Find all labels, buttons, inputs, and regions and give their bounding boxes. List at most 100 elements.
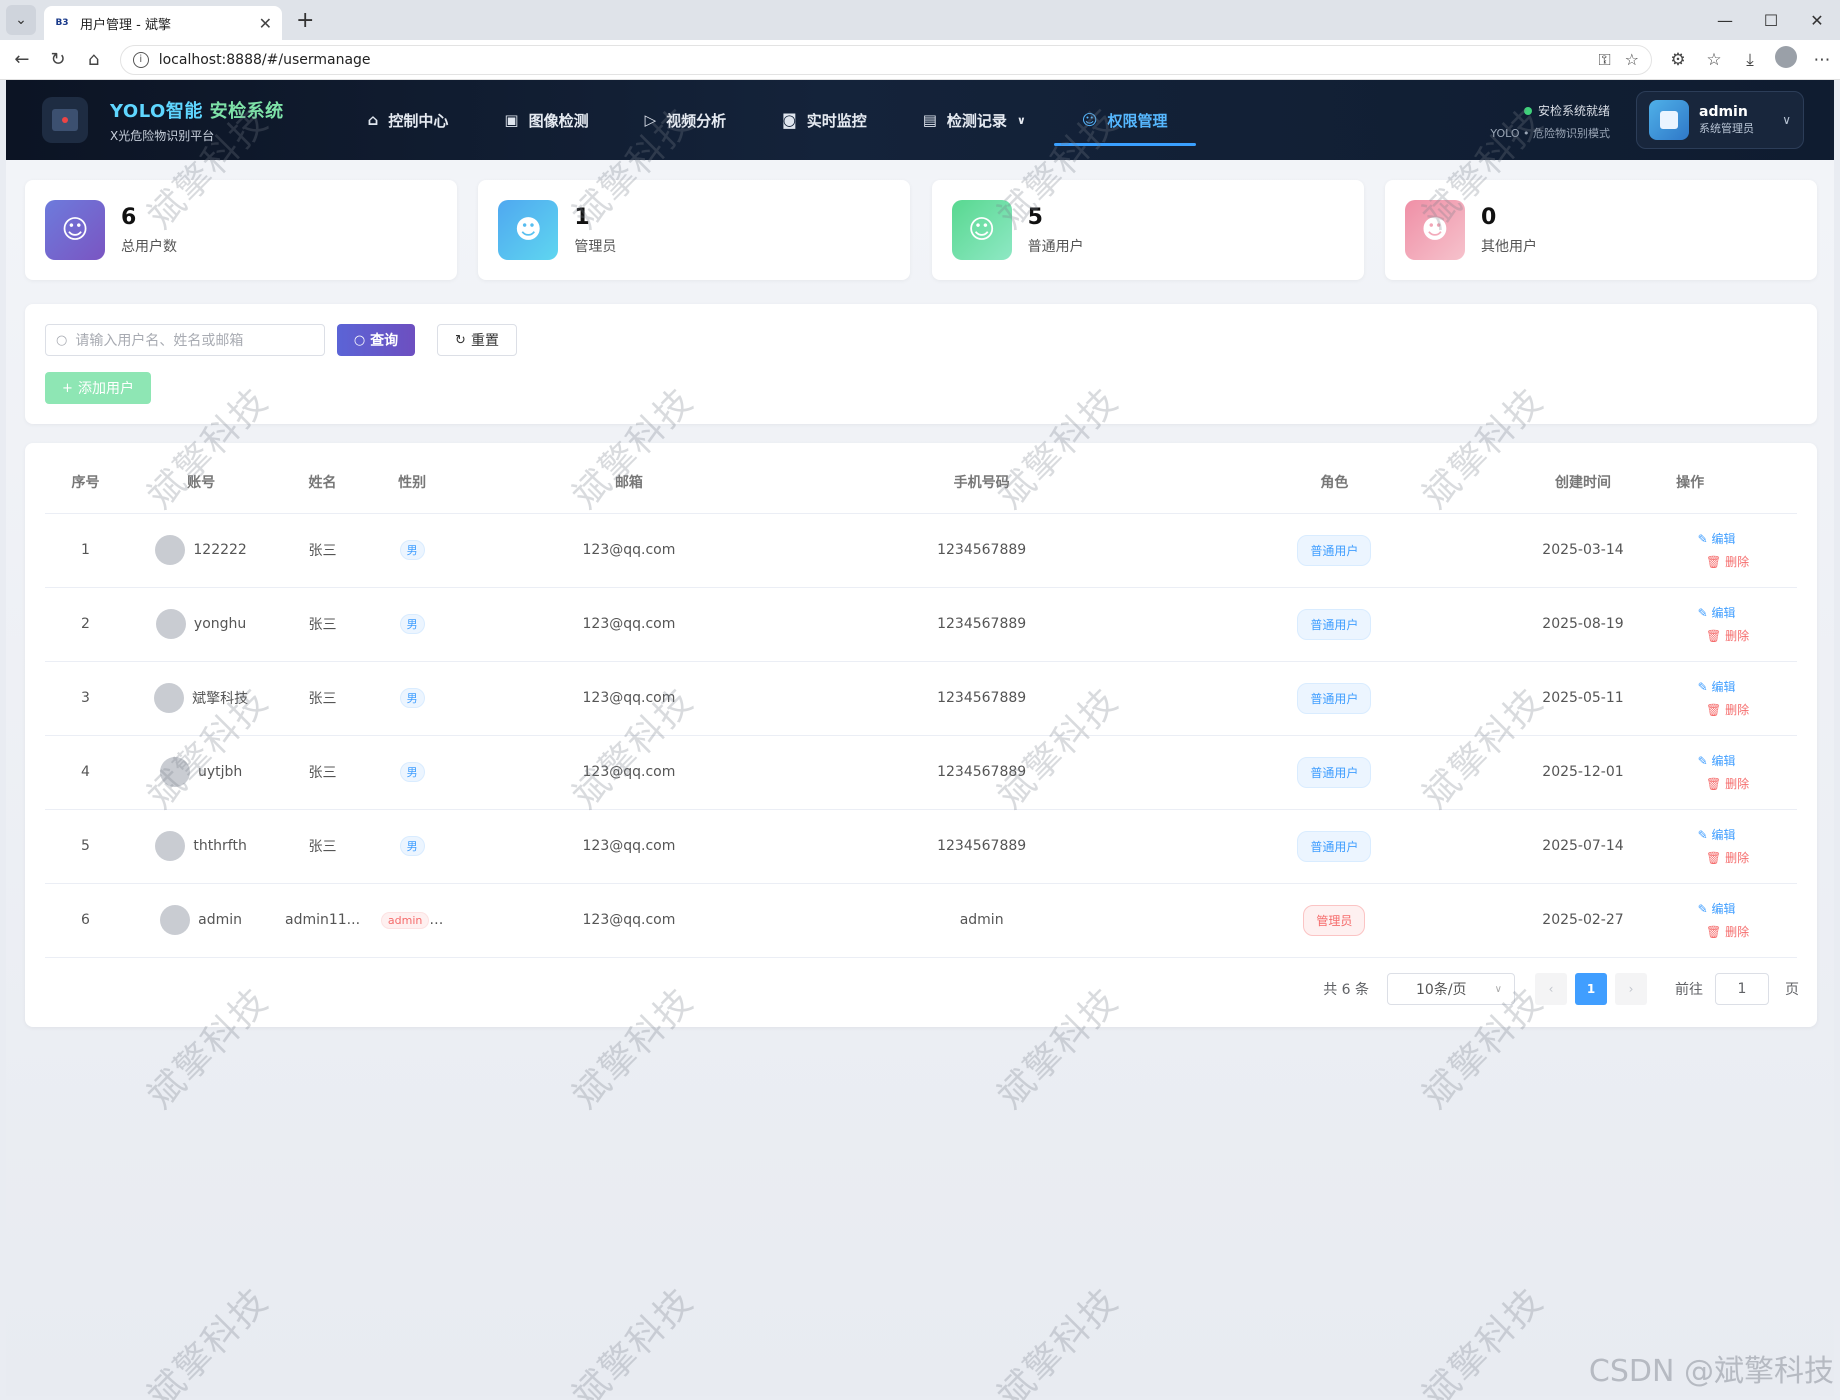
close-tab-icon[interactable]: ✕ [259,14,272,33]
delete-label: 删除 [1725,777,1750,791]
cell-email: 123@qq.com [455,661,803,736]
nav-dashboard[interactable]: ⌂ 控制中心 [340,80,477,160]
stat-value: 6 [121,204,137,230]
stat-label: 普通用户 [1027,238,1084,255]
close-window-icon[interactable]: ✕ [1794,11,1840,30]
col-header: 手机号码 [802,443,1161,514]
download-icon[interactable]: ⤓ [1732,50,1768,70]
edit-label: 编辑 [1711,828,1736,842]
site-info-icon[interactable]: i [132,51,149,68]
home-icon[interactable]: ⌂ [76,49,112,70]
col-header: 账号 [125,443,277,514]
profile-avatar[interactable] [1768,46,1804,73]
cell-phone: admin [802,883,1161,958]
delete-label: 删除 [1725,851,1750,865]
add-user-button[interactable]: + 添加用户 [45,372,151,404]
cell-name: 张三 [276,809,369,884]
goto-page-input[interactable]: 1 [1715,973,1769,1005]
cell-role: 普通用户 [1160,661,1508,736]
edit-icon: ✎ [1697,532,1712,546]
delete-button[interactable]: 🗑 删除 [1706,923,1749,940]
home-icon: ⌂ [367,111,379,129]
delete-button[interactable]: 🗑 删除 [1706,627,1749,644]
stat-label: 管理员 [574,238,617,255]
edit-icon: ✎ [1697,680,1712,694]
gender-tag: 男 [399,836,425,856]
chevron-down-icon: ∨ [1494,983,1502,995]
back-icon[interactable]: ← [4,49,40,70]
status-dot [1523,107,1532,115]
cell-created: 2025-03-14 [1507,513,1659,588]
delete-button[interactable]: 🗑 删除 [1706,775,1749,792]
cell-no: 4 [45,735,126,810]
stat-value: 5 [1027,204,1043,230]
delete-button[interactable]: 🗑 删除 [1706,553,1749,570]
reset-button[interactable]: ↻ 重置 [437,324,517,356]
next-page-button[interactable]: › [1615,973,1647,1005]
cell-created: 2025-12-01 [1507,735,1659,810]
cell-actions: ✎ 编辑 🗑 删除 [1658,883,1797,958]
browser-tab[interactable]: B3 用户管理 - 斌擎 ✕ [44,6,282,40]
edit-button[interactable]: ✎ 编辑 [1698,678,1736,695]
delete-button[interactable]: 🗑 删除 [1706,701,1749,718]
page-1-button[interactable]: 1 [1575,973,1607,1005]
trash-icon: 🗑 [1706,925,1726,939]
avatar [155,609,186,639]
account-name: 122222 [193,542,247,558]
gender-tag: 男 [399,540,425,560]
cell-phone: 1234567889 [802,587,1161,662]
edit-button[interactable]: ✎ 编辑 [1698,604,1736,621]
search-icon: ○ [353,332,366,348]
table-header-row: 序号 账号 姓名 性别 邮箱 手机号码 角色 创建时间 操作 [45,443,1797,514]
url-field[interactable]: i localhost:8888/#/usermanage ⚿ ☆ [119,44,1652,75]
reload-icon[interactable]: ↻ [40,49,76,70]
prev-page-button[interactable]: ‹ [1535,973,1567,1005]
query-button[interactable]: ○ 查询 [337,324,415,356]
page-size-select[interactable]: 10条/页 ∨ [1387,973,1515,1005]
maximize-icon[interactable]: ☐ [1748,11,1794,30]
table-row: 3 斌擎科技 张三 男 123@qq.com 1234567889 普通用户 2025-05-… [45,661,1797,736]
tab-list-button[interactable]: ⌄ [6,5,36,35]
cell-actions: ✎ 编辑 🗑 删除 [1658,809,1797,884]
admin-icon: ☻ [498,200,559,260]
star-icon[interactable]: ☆ [1625,50,1639,69]
cell-role: 普通用户 [1160,809,1508,884]
nav-image-detection[interactable]: ▣ 图像检测 [476,80,616,160]
edit-label: 编辑 [1711,606,1736,620]
cell-phone: 1234567889 [802,513,1161,588]
extensions-icon[interactable]: ⚙ [1660,50,1696,70]
browser-tabstrip: ⌄ B3 用户管理 - 斌擎 ✕ + — ☐ ✕ [0,0,1840,40]
nav-permissions[interactable]: ☺ 权限管理 [1053,80,1196,160]
more-icon[interactable]: ⋯ [1804,50,1840,70]
nav-video-analysis[interactable]: ▷ 视频分析 [617,80,755,160]
cell-email: 123@qq.com [455,809,803,884]
user-menu[interactable]: admin 系统管理员 ∨ [1636,91,1804,149]
trash-icon: 🗑 [1706,555,1726,569]
key-icon[interactable]: ⚿ [1598,50,1610,70]
new-tab-icon[interactable]: + [296,8,314,33]
col-header: 邮箱 [455,443,803,514]
page-suffix: 页 [1785,982,1799,998]
edit-button[interactable]: ✎ 编辑 [1698,530,1736,547]
user-icon: ☺ [951,200,1012,260]
minimize-icon[interactable]: — [1702,11,1748,30]
favorites-icon[interactable]: ☆ [1696,50,1732,70]
document-icon: ▤ [922,111,937,129]
user-table: 序号 账号 姓名 性别 邮箱 手机号码 角色 创建时间 操作 1 122222 张三… [45,443,1797,958]
edit-button[interactable]: ✎ 编辑 [1698,900,1736,917]
edit-button[interactable]: ✎ 编辑 [1698,826,1736,843]
edit-button[interactable]: ✎ 编辑 [1698,752,1736,769]
nav-label: 视频分析 [666,111,727,130]
cell-name: 张三 [276,661,369,736]
edit-label: 编辑 [1711,532,1736,546]
delete-label: 删除 [1725,555,1750,569]
nav-live-monitor[interactable]: ◙ 实时监控 [754,80,895,160]
delete-button[interactable]: 🗑 删除 [1706,849,1749,866]
user-icon: ☺ [1081,111,1098,129]
nav-records[interactable]: ▤ 检测记录 ∨ [895,80,1054,160]
cell-gender: 男 [368,735,456,810]
cell-name: admin11... [276,883,369,958]
image-icon: ▣ [504,111,519,129]
cell-no: 3 [45,661,126,736]
search-input[interactable]: ○ 请输入用户名、姓名或邮箱 [45,324,325,356]
